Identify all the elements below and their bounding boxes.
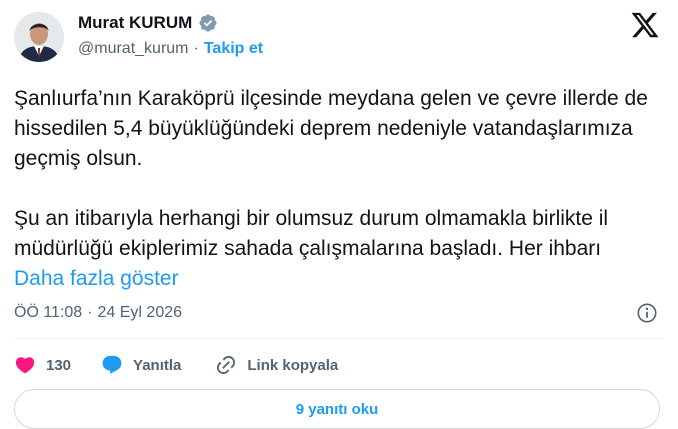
read-replies-label: 9 yanıtı oku	[295, 400, 379, 418]
tweet-text: Şanlıurfa’nın Karaköprü ilçesinde meydan…	[14, 84, 654, 294]
author-name[interactable]: Murat KURUM	[78, 13, 192, 33]
show-more-link[interactable]: Daha fazla göster	[14, 267, 179, 290]
action-bar: 130 Yanıtla Link kopyala	[14, 352, 338, 378]
tweet-paragraph-1: Şanlıurfa’nın Karaköprü ilçesinde meydan…	[14, 87, 648, 170]
tweet-time: ÖÖ 11:08	[14, 304, 83, 321]
follow-button[interactable]: Takip et	[204, 40, 263, 58]
link-icon	[217, 355, 236, 375]
heart-icon	[15, 357, 35, 374]
tweet-card: Murat KURUM @murat_kurum · Takip et Şanl…	[0, 0, 678, 429]
verified-badge-icon	[198, 13, 218, 33]
divider	[14, 338, 664, 339]
avatar[interactable]	[14, 12, 64, 62]
separator-dot: ·	[193, 40, 199, 57]
like-count: 130	[46, 356, 72, 374]
copy-link-button[interactable]: Link kopyala	[215, 354, 338, 376]
info-icon[interactable]	[636, 302, 658, 324]
x-logo-icon[interactable]	[630, 10, 660, 40]
tweet-date: 24 Eyl 2026	[97, 304, 183, 321]
author-handle-row: @murat_kurum · Takip et	[78, 38, 263, 60]
reply-label: Yanıtla	[133, 356, 182, 374]
reply-bubble-icon	[102, 355, 122, 374]
tweet-timestamp[interactable]: ÖÖ 11:08 · 24 Eyl 2026	[14, 302, 182, 324]
read-replies-button[interactable]: 9 yanıtı oku	[14, 389, 660, 429]
like-button[interactable]: 130	[14, 354, 71, 376]
copy-link-label: Link kopyala	[247, 356, 339, 374]
tweet-paragraph-2: Şu an itibarıyla herhangi bir olumsuz du…	[14, 204, 654, 294]
tweet-paragraph-2-text: Şu an itibarıyla herhangi bir olumsuz du…	[14, 207, 609, 260]
separator-dot: ·	[87, 304, 93, 321]
author-name-row: Murat KURUM	[78, 12, 218, 34]
author-handle[interactable]: @murat_kurum	[78, 40, 189, 58]
reply-button[interactable]: Yanıtla	[101, 354, 181, 376]
